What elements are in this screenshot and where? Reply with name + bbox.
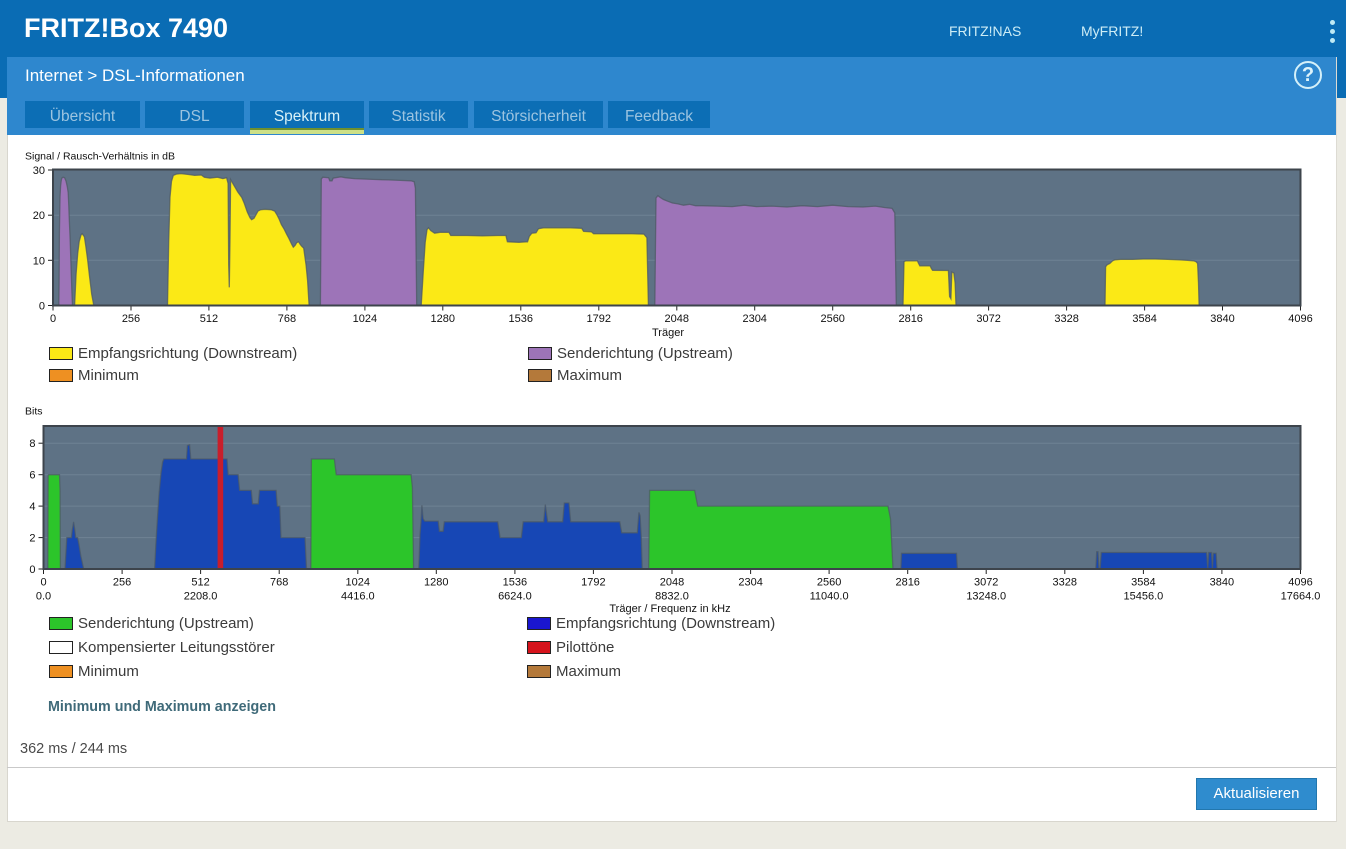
svg-text:8832.0: 8832.0 (655, 591, 689, 603)
svg-text:Träger / Frequenz in kHz: Träger / Frequenz in kHz (609, 603, 730, 615)
svg-text:256: 256 (113, 577, 131, 589)
svg-text:3328: 3328 (1053, 577, 1077, 589)
svg-text:2208.0: 2208.0 (184, 591, 218, 603)
svg-text:13248.0: 13248.0 (966, 591, 1006, 603)
svg-text:2048: 2048 (660, 577, 684, 589)
svg-text:0.0: 0.0 (36, 591, 51, 603)
svg-text:2304: 2304 (738, 577, 762, 589)
svg-text:4: 4 (29, 501, 35, 513)
svg-text:Bits: Bits (25, 406, 43, 418)
svg-text:3840: 3840 (1210, 577, 1234, 589)
svg-text:3584: 3584 (1131, 577, 1155, 589)
svg-text:512: 512 (191, 577, 209, 589)
svg-text:2816: 2816 (895, 577, 919, 589)
svg-text:6: 6 (29, 470, 35, 482)
svg-text:768: 768 (270, 577, 288, 589)
svg-text:17664.0: 17664.0 (1281, 591, 1321, 603)
svg-text:4096: 4096 (1288, 577, 1312, 589)
svg-text:4416.0: 4416.0 (341, 591, 375, 603)
svg-text:15456.0: 15456.0 (1124, 591, 1164, 603)
svg-text:2: 2 (29, 533, 35, 545)
svg-text:1536: 1536 (503, 577, 527, 589)
svg-text:0: 0 (40, 577, 46, 589)
svg-text:0: 0 (29, 564, 35, 576)
svg-text:2560: 2560 (817, 577, 841, 589)
svg-text:3072: 3072 (974, 577, 998, 589)
svg-text:1280: 1280 (424, 577, 448, 589)
svg-text:11040.0: 11040.0 (810, 591, 849, 603)
svg-text:1792: 1792 (581, 577, 605, 589)
svg-text:6624.0: 6624.0 (498, 591, 532, 603)
svg-text:1024: 1024 (346, 577, 370, 589)
svg-text:8: 8 (29, 438, 35, 450)
